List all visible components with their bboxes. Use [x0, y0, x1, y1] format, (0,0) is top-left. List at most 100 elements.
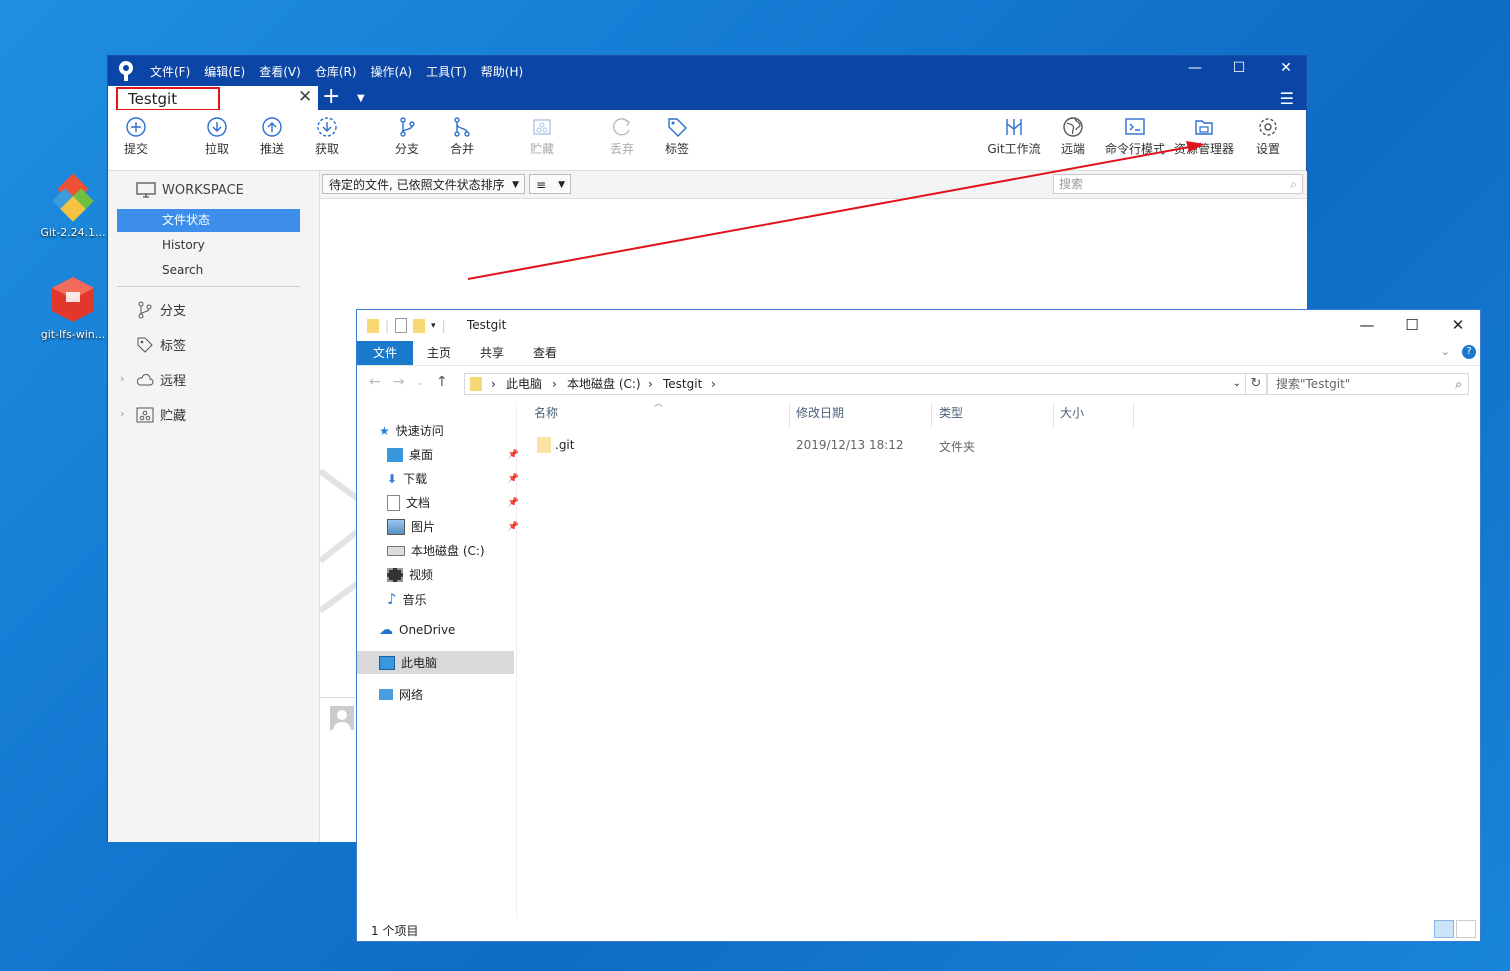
file-type: 文件夹 [939, 440, 976, 454]
new-tab-icon[interactable]: + [322, 84, 340, 109]
pin-icon[interactable]: 📌 [508, 522, 519, 532]
recent-dropdown-icon[interactable]: ⌄ [416, 374, 424, 392]
minimize-button[interactable]: — [1352, 316, 1382, 334]
refresh-button[interactable]: ↻ [1245, 373, 1267, 395]
nav-downloads[interactable]: ⬇ 下载 📌 [387, 470, 523, 487]
nav-pictures[interactable]: 图片 📌 [387, 518, 523, 535]
tab-home[interactable]: 主页 [427, 341, 451, 365]
menu-help[interactable]: 帮助(H) [481, 63, 523, 80]
breadcrumb-local-disk[interactable]: 本地磁盘 (C:) [567, 374, 641, 394]
gitflow-button[interactable]: Git工作流 [984, 114, 1044, 157]
tab-view[interactable]: 查看 [533, 341, 557, 365]
maximize-button[interactable]: ☐ [1224, 60, 1254, 76]
remotes-label: 远程 [160, 374, 187, 389]
up-arrow-icon[interactable]: ↑ [436, 374, 448, 392]
nav-quick-access[interactable]: ★ 快速访问 [379, 422, 515, 439]
properties-icon[interactable] [395, 318, 408, 333]
explorer-button[interactable]: 资源管理器 [1173, 114, 1235, 157]
nav-documents[interactable]: 文档 📌 [387, 494, 523, 511]
forward-arrow-icon[interactable]: → [393, 374, 405, 392]
large-icons-view-icon[interactable] [1456, 920, 1476, 938]
address-dropdown-icon[interactable]: ⌄ [1233, 374, 1241, 394]
fetch-button[interactable]: 获取 [297, 114, 357, 157]
pin-icon[interactable]: 📌 [508, 474, 519, 484]
menu-file[interactable]: 文件(F) [150, 63, 190, 80]
chevron-right-icon[interactable]: › [120, 407, 124, 420]
nav-music[interactable]: ♪ 音乐 [387, 590, 523, 608]
stashes-label: 贮藏 [160, 409, 187, 424]
view-switcher [1434, 920, 1476, 938]
desktop-icon-git[interactable]: Git-2.24.1... [35, 172, 111, 239]
column-header-type[interactable]: 类型 [939, 404, 963, 421]
tab-dropdown-icon[interactable]: ▼ [357, 93, 365, 104]
customize-toolbar-icon[interactable]: ▾ [431, 321, 436, 331]
breadcrumb-this-pc[interactable]: 此电脑 [506, 374, 542, 394]
column-header-modified[interactable]: 修改日期 [796, 404, 844, 421]
help-icon[interactable]: ? [1462, 345, 1476, 359]
stash-button[interactable]: 贮藏 [512, 114, 572, 157]
details-view-icon[interactable] [1434, 920, 1454, 938]
tab-file[interactable]: 文件 [357, 341, 413, 365]
column-separator[interactable] [931, 402, 932, 428]
settings-button[interactable]: 设置 [1238, 114, 1298, 157]
commit-button[interactable]: 提交 [106, 114, 166, 157]
branch-button[interactable]: 分支 [377, 114, 437, 157]
remote-button[interactable]: 远端 [1043, 114, 1103, 157]
tag-button[interactable]: 标签 [647, 114, 707, 157]
file-name[interactable]: .git [555, 438, 574, 452]
desktop-icon-git-lfs[interactable]: git-lfs-win... [35, 274, 111, 341]
repo-tab-testgit[interactable]: Testgit [116, 87, 220, 111]
minimize-button[interactable]: — [1180, 60, 1210, 76]
merge-button[interactable]: 合并 [432, 114, 492, 157]
menu-edit[interactable]: 编辑(E) [204, 63, 245, 80]
new-folder-icon[interactable] [413, 318, 426, 333]
nav-videos[interactable]: 视频 [387, 566, 523, 583]
column-separator[interactable] [1133, 402, 1134, 428]
column-separator[interactable] [789, 402, 790, 428]
sidebar-section-tags[interactable]: 标签 [136, 335, 186, 354]
nav-local-disk[interactable]: 本地磁盘 (C:) [387, 542, 523, 559]
tab-share[interactable]: 共享 [480, 341, 504, 365]
breadcrumb-testgit[interactable]: Testgit [663, 374, 702, 394]
explorer-search-input[interactable]: 搜索"Testgit" ⌕ [1267, 373, 1469, 395]
sidebar-item-file-status[interactable]: 文件状态 [117, 209, 300, 232]
nav-this-pc[interactable]: 此电脑 [357, 651, 514, 674]
column-header-name[interactable]: 名称 [534, 404, 558, 421]
close-button[interactable]: ✕ [1443, 316, 1473, 334]
view-mode-dropdown[interactable]: ≡ ▼ [529, 174, 571, 194]
pin-icon[interactable]: 📌 [508, 450, 519, 460]
column-header-size[interactable]: 大小 [1060, 404, 1084, 421]
maximize-button[interactable]: ☐ [1397, 316, 1427, 334]
pin-icon[interactable]: 📌 [508, 498, 519, 508]
nav-network[interactable]: 网络 [379, 686, 515, 703]
sort-dropdown[interactable]: 待定的文件, 已依照文件状态排序 ▼ [322, 174, 525, 194]
sidebar: WORKSPACE 文件状态 History Search 分支 标签 › 远程… [108, 171, 320, 842]
search-input[interactable]: 搜索 ⌕ [1053, 174, 1303, 194]
push-button[interactable]: 推送 [242, 114, 302, 157]
column-separator[interactable] [1053, 402, 1054, 428]
terminal-button[interactable]: 命令行模式 [1104, 114, 1166, 157]
tab-close-icon[interactable]: ✕ [298, 87, 312, 107]
address-bar[interactable]: › 此电脑 › 本地磁盘 (C:) › Testgit › ⌄ [464, 373, 1246, 395]
nav-onedrive[interactable]: ☁ OneDrive [379, 622, 515, 638]
back-arrow-icon[interactable]: ← [369, 374, 381, 392]
hamburger-menu-icon[interactable]: ☰ [1280, 89, 1294, 108]
expand-ribbon-icon[interactable]: ⌄ [1441, 345, 1450, 358]
close-button[interactable]: ✕ [1271, 60, 1301, 76]
pull-button[interactable]: 拉取 [187, 114, 247, 157]
fetch-circle-icon [297, 114, 357, 140]
sidebar-section-branches[interactable]: 分支 [136, 300, 186, 319]
menu-repository[interactable]: 仓库(R) [315, 63, 357, 80]
chevron-right-icon[interactable]: › [120, 372, 124, 385]
sidebar-section-remotes[interactable]: 远程 [136, 370, 186, 389]
nav-videos-label: 视频 [409, 568, 434, 582]
sidebar-item-history[interactable]: History [117, 234, 300, 257]
arrow-up-circle-icon [242, 114, 302, 140]
discard-button[interactable]: 丢弃 [592, 114, 652, 157]
sidebar-section-stashes[interactable]: 贮藏 [136, 405, 186, 424]
menu-actions[interactable]: 操作(A) [371, 63, 413, 80]
nav-desktop[interactable]: 桌面 📌 [387, 446, 523, 463]
sidebar-item-search[interactable]: Search [117, 259, 300, 282]
menu-view[interactable]: 查看(V) [259, 63, 301, 80]
menu-tools[interactable]: 工具(T) [426, 63, 467, 80]
